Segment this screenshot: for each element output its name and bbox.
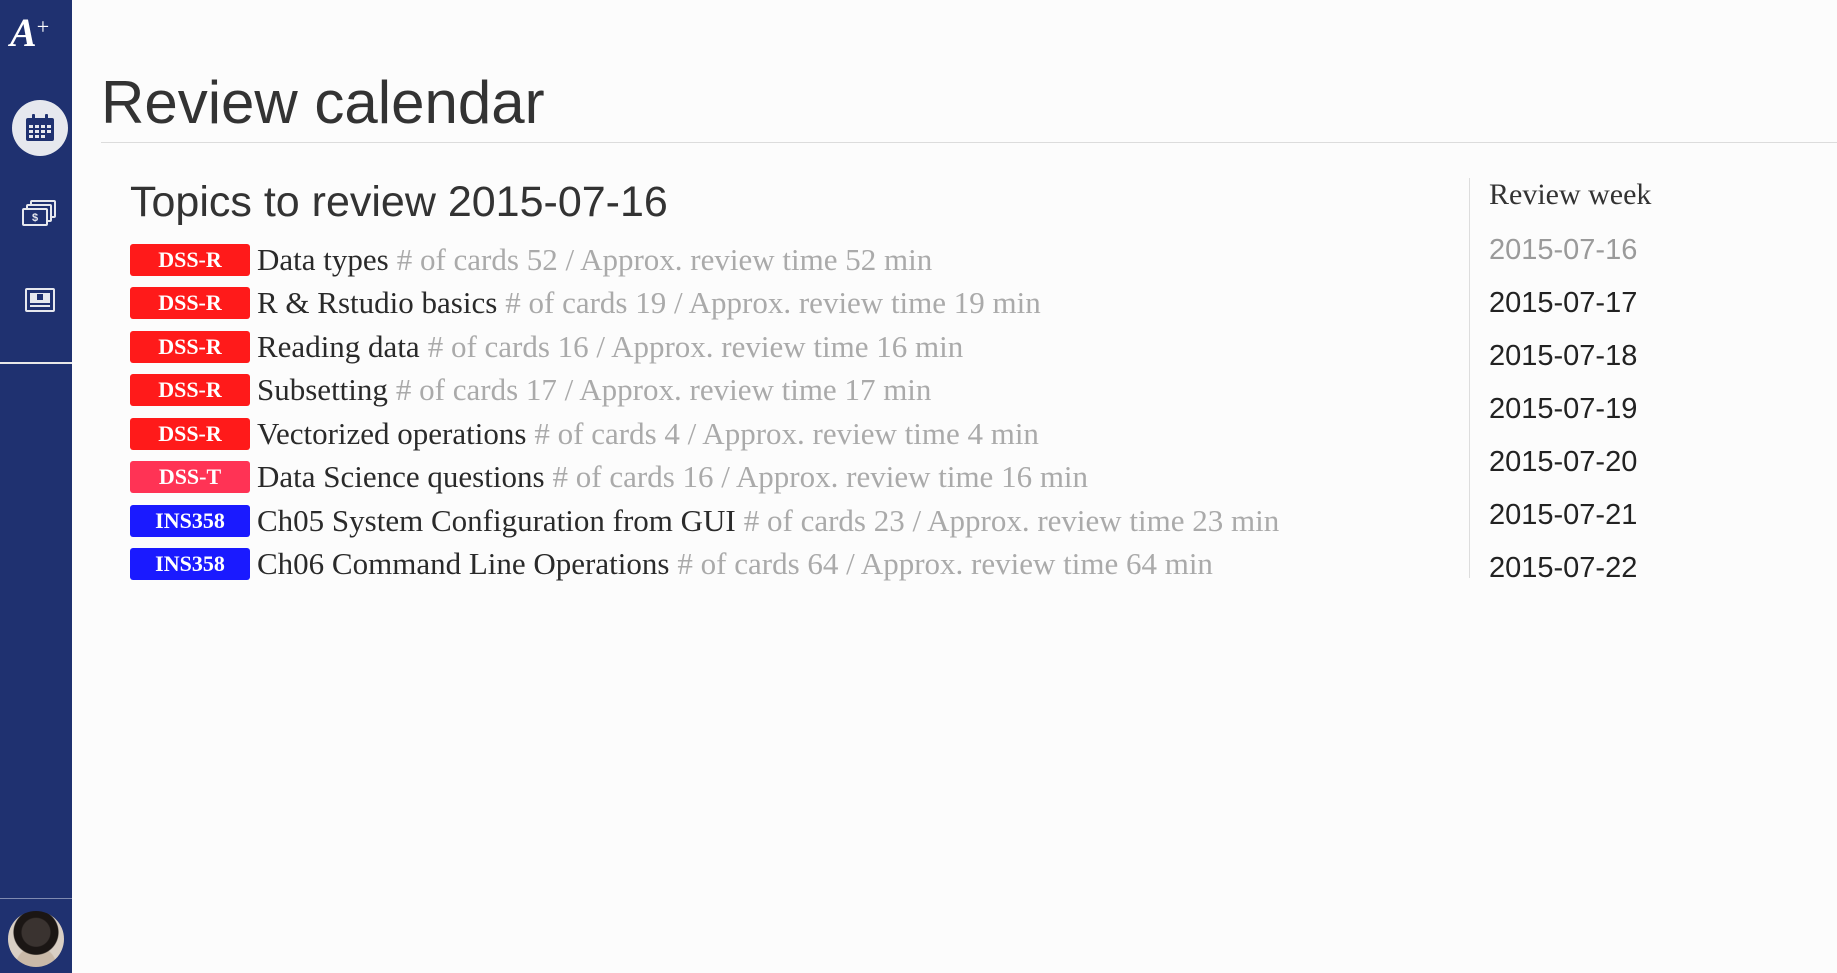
course-badge[interactable]: DSS-R (130, 287, 250, 320)
review-week-panel: Review week 2015-07-16 2015-07-17 2015-07-… (1469, 178, 1770, 584)
review-date-item[interactable]: 2015-07-17 (1489, 277, 1637, 330)
avatar[interactable] (8, 911, 64, 967)
topic-meta: # of cards 4 / Approx. review time 4 min (534, 415, 1039, 451)
page-title: Review calendar (101, 69, 545, 136)
topic-name[interactable]: Data Science questions (257, 459, 545, 495)
topic-meta: # of cards 52 / Approx. review time 52 m… (396, 241, 933, 277)
topic-meta: # of cards 64 / Approx. review time 64 m… (677, 546, 1213, 582)
app-logo[interactable]: A+ (10, 4, 66, 55)
topic-name[interactable]: R & Rstudio basics (257, 285, 497, 321)
topic-meta: # of cards 16 / Approx. review time 16 m… (552, 459, 1089, 495)
topic-row[interactable]: DSS-R R & Rstudio basics # of cards 19 / A… (130, 282, 1279, 326)
course-badge[interactable]: INS358 (130, 504, 250, 537)
review-date-item[interactable]: 2015-07-21 (1489, 489, 1637, 542)
topic-row[interactable]: DSS-R Reading data # of cards 16 / Approx.… (130, 325, 1279, 369)
topics-heading: Topics to review 2015-07-16 (130, 178, 668, 226)
nav-cards-button[interactable]: $ (12, 186, 68, 242)
review-date-item[interactable]: 2015-07-19 (1489, 383, 1637, 436)
nav-slides-button[interactable] (12, 272, 68, 328)
review-date-item[interactable]: 2015-07-20 (1489, 436, 1637, 489)
topic-meta: # of cards 16 / Approx. review time 16 m… (427, 328, 964, 364)
sidebar-divider (0, 362, 72, 364)
course-badge[interactable]: DSS-R (130, 417, 250, 450)
course-badge[interactable]: DSS-R (130, 243, 250, 276)
card-stack-icon: $ (22, 200, 56, 226)
topic-meta: # of cards 17 / Approx. review time 17 m… (395, 372, 932, 408)
topic-list: DSS-R Data types # of cards 52 / Approx. r… (130, 238, 1279, 586)
nav-active-indicator (12, 100, 68, 156)
topic-meta: # of cards 23 / Approx. review time 23 m… (743, 502, 1280, 538)
calendar-icon (26, 114, 54, 141)
topic-row[interactable]: INS358 Ch05 System Configuration from GUI… (130, 499, 1279, 543)
course-badge[interactable]: DSS-R (130, 374, 250, 407)
topic-name[interactable]: Subsetting (257, 372, 388, 408)
review-date-item[interactable]: 2015-07-22 (1489, 542, 1637, 595)
topic-name[interactable]: Ch06 Command Line Operations (257, 546, 669, 582)
topic-name[interactable]: Data types (257, 242, 389, 278)
sidebar: A+ $ (0, 0, 72, 973)
topic-row[interactable]: INS358 Ch06 Command Line Operations # of c… (130, 543, 1279, 587)
review-week-heading: Review week (1489, 178, 1652, 211)
sidebar-bottom-divider (0, 898, 72, 899)
topic-name[interactable]: Vectorized operations (257, 416, 526, 452)
review-week-list: 2015-07-16 2015-07-17 2015-07-18 2015-07-19… (1489, 224, 1637, 595)
course-badge[interactable]: DSS-R (130, 330, 250, 363)
review-date-item[interactable]: 2015-07-18 (1489, 330, 1637, 383)
topic-name[interactable]: Ch05 System Configuration from GUI (257, 503, 736, 539)
svg-text:$: $ (32, 212, 38, 224)
topic-row[interactable]: DSS-R Subsetting # of cards 17 / Approx. r… (130, 369, 1279, 413)
topic-row[interactable]: DSS-T Data Science questions # of cards 16… (130, 456, 1279, 500)
topic-meta: # of cards 19 / Approx. review time 19 m… (505, 285, 1041, 321)
course-badge[interactable]: DSS-T (130, 461, 250, 494)
slide-icon (25, 288, 55, 312)
nav-calendar-button[interactable] (12, 100, 68, 156)
topic-name[interactable]: Reading data (257, 329, 420, 365)
logo-letter: A (10, 10, 37, 55)
title-divider (101, 142, 1837, 143)
course-badge[interactable]: INS358 (130, 548, 250, 581)
topic-row[interactable]: DSS-R Data types # of cards 52 / Approx. r… (130, 238, 1279, 282)
logo-plus: + (36, 14, 50, 39)
topic-row[interactable]: DSS-R Vectorized operations # of cards 4 /… (130, 412, 1279, 456)
review-date-item[interactable]: 2015-07-16 (1489, 224, 1637, 277)
